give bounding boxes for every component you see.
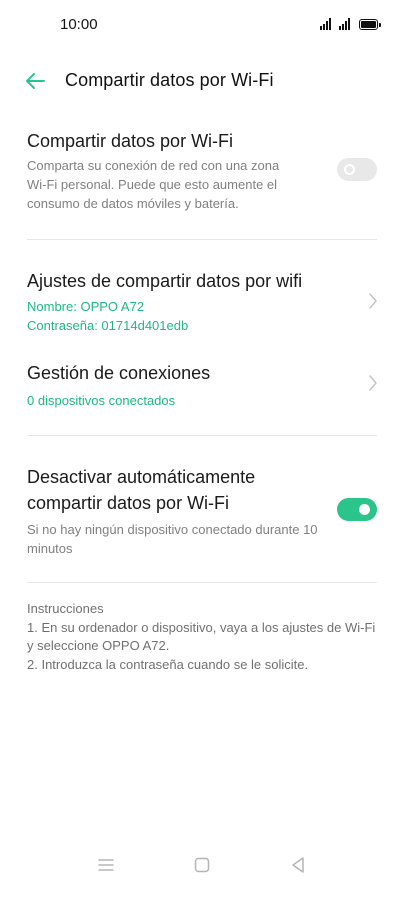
connection-management-row[interactable]: Gestión de conexiones 0 dispositivos con…: [27, 360, 377, 410]
menu-icon: [98, 859, 114, 871]
status-icons: [320, 18, 381, 30]
back-nav-button[interactable]: [286, 853, 310, 877]
hotspot-title: Compartir datos por Wi-Fi: [27, 131, 234, 151]
hotspot-settings-row[interactable]: Ajustes de compartir datos por wifi Nomb…: [27, 268, 377, 335]
auto-off-title-line1: Desactivar automáticamente: [27, 467, 256, 487]
status-bar: 10:00: [0, 0, 404, 50]
connection-management-title: Gestión de conexiones: [27, 363, 211, 383]
hotspot-name: Nombre: OPPO A72: [27, 299, 145, 314]
signal-icon: [320, 18, 331, 30]
hotspot-row[interactable]: Compartir datos por Wi-Fi Comparta su co…: [27, 128, 377, 213]
auto-off-title-line2: compartir datos por Wi-Fi: [27, 493, 230, 513]
hotspot-toggle[interactable]: [337, 158, 377, 181]
instructions: Instrucciones 1. En su ordenador o dispo…: [27, 600, 380, 674]
divider: [27, 582, 377, 583]
instructions-step-1: 1. En su ordenador o dispositivo, vaya a…: [27, 619, 376, 654]
hotspot-password: Contraseña: 01714d401edb: [27, 318, 189, 333]
page-title: Compartir datos por Wi-Fi: [65, 70, 274, 90]
instructions-heading: Instrucciones: [27, 601, 104, 616]
toggle-knob: [359, 504, 370, 515]
auto-off-toggle[interactable]: [337, 498, 377, 521]
instructions-step-2: 2. Introduzca la contraseña cuando se le…: [27, 656, 309, 672]
status-time: 10:00: [60, 16, 98, 33]
divider: [27, 435, 377, 436]
connected-devices-count: 0 dispositivos conectados: [27, 393, 176, 408]
chevron-right-icon: [369, 375, 377, 391]
navigation-bar: [0, 837, 404, 897]
auto-off-row[interactable]: Desactivar automáticamente compartir dat…: [27, 464, 377, 558]
home-button[interactable]: [190, 853, 214, 877]
hotspot-description: Comparta su conexión de red con una zona…: [27, 158, 280, 211]
app-bar: Compartir datos por Wi-Fi: [0, 60, 404, 102]
auto-off-description: Si no hay ningún dispositivo conectado d…: [27, 522, 318, 556]
toggle-knob: [344, 164, 355, 175]
menu-button[interactable]: [94, 853, 118, 877]
signal-icon: [339, 18, 350, 30]
chevron-right-icon: [369, 293, 377, 309]
home-icon: [194, 857, 210, 873]
divider: [27, 239, 377, 240]
back-button[interactable]: [20, 68, 50, 94]
back-triangle-icon: [292, 857, 304, 873]
battery-icon: [359, 18, 381, 30]
arrow-left-icon: [26, 73, 45, 89]
hotspot-settings-title: Ajustes de compartir datos por wifi: [27, 271, 303, 291]
